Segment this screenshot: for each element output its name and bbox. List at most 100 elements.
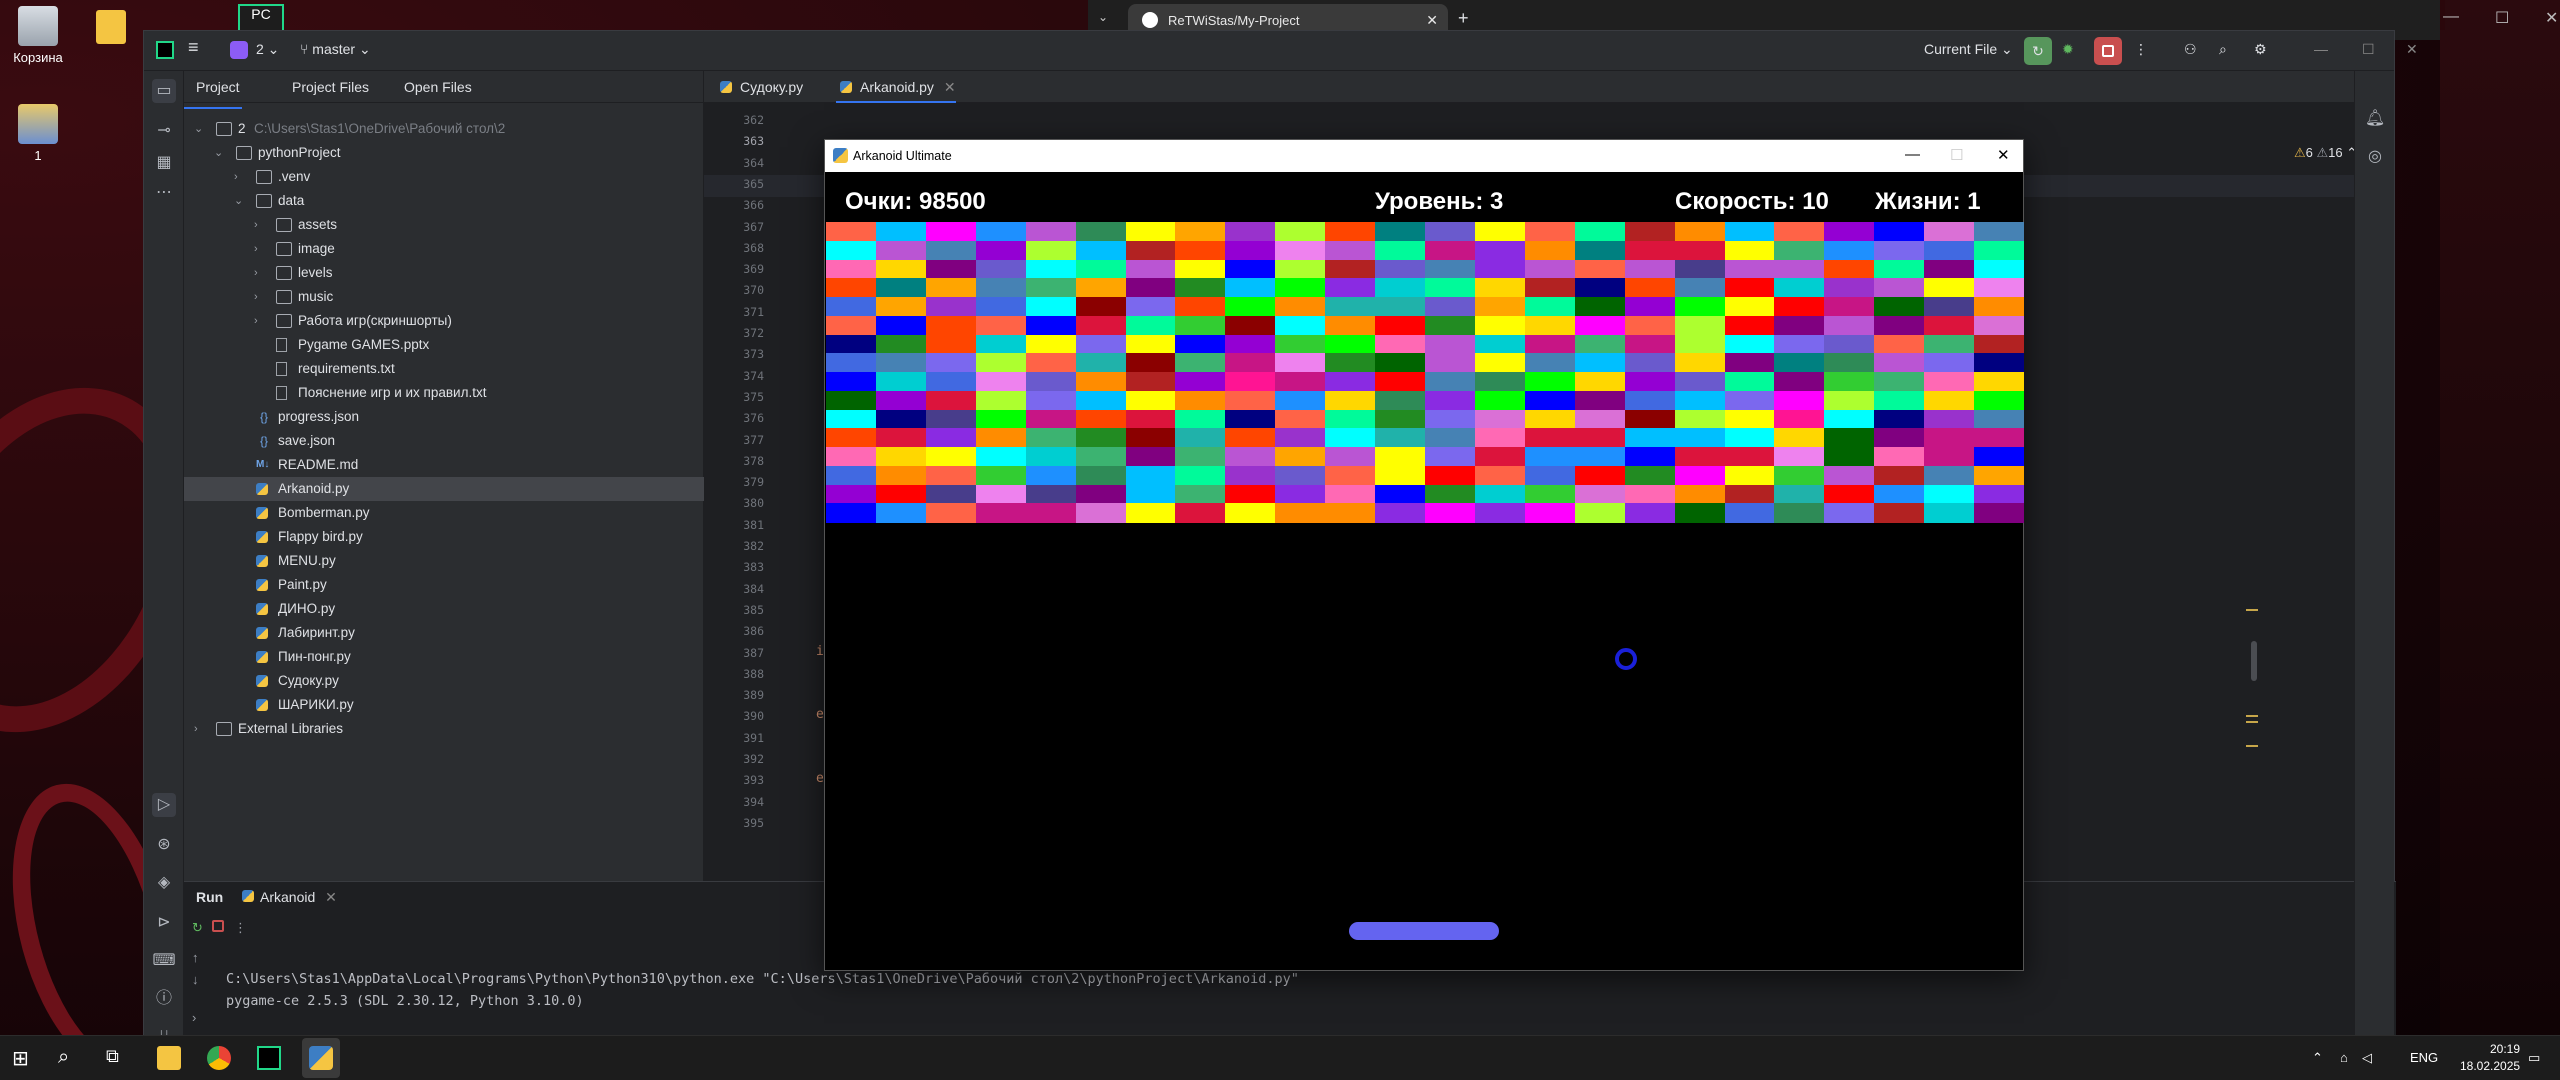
python-icon[interactable]	[309, 1046, 333, 1070]
tab-run[interactable]: Run	[196, 889, 223, 905]
tab-arkanoid[interactable]: Arkanoid.py ✕	[836, 71, 956, 103]
commit-icon[interactable]: ⊸	[152, 119, 176, 143]
tree-item[interactable]: Paint.py	[184, 573, 704, 597]
tab-open-files[interactable]: Open Files	[404, 79, 472, 95]
paddle[interactable]	[1349, 922, 1499, 940]
structure-icon[interactable]: ▦	[152, 151, 176, 175]
branch-selector[interactable]: ⑂ master ⌄	[300, 41, 371, 58]
tree-item[interactable]: Bomberman.py	[184, 501, 704, 525]
maximize-icon[interactable]: ☐	[2362, 41, 2375, 58]
run-config-selector[interactable]: Current File ⌄	[1924, 41, 2013, 58]
tree-item[interactable]: Pygame GAMES.pptx	[184, 333, 704, 357]
tree-item[interactable]: Лабиринт.py	[184, 621, 704, 645]
chevron-down-icon[interactable]: ⌄	[1098, 10, 1108, 24]
scroll-up-icon[interactable]: ↑	[192, 950, 199, 965]
tree-item[interactable]: requirements.txt	[184, 357, 704, 381]
more-icon[interactable]: ⋯	[152, 181, 176, 205]
problems-icon[interactable]: ⓘ	[152, 987, 176, 1011]
tree-item[interactable]: {} save.json	[184, 429, 704, 453]
tree-item[interactable]: M↓ README.md	[184, 453, 704, 477]
tab-project[interactable]: Project	[184, 79, 242, 109]
minimize-icon[interactable]: —	[2443, 8, 2459, 26]
tab-sudoku[interactable]: Судоку.py	[716, 71, 803, 103]
close-icon[interactable]: ✕	[2545, 8, 2558, 28]
chevron-down-icon[interactable]: ⌄	[194, 117, 208, 141]
run-icon[interactable]: ▷	[152, 793, 176, 817]
tree-item[interactable]: › levels	[184, 261, 704, 285]
tree-item[interactable]: {} progress.json	[184, 405, 704, 429]
tree-item[interactable]: › External Libraries	[184, 717, 704, 741]
gear-icon[interactable]: ⚙	[2254, 41, 2267, 58]
close-icon[interactable]: ✕	[1426, 12, 1438, 29]
tree-item[interactable]: › Работа игр(скриншорты)	[184, 309, 704, 333]
chevron-right-icon[interactable]: ›	[254, 237, 268, 261]
maximize-icon[interactable]: ☐	[2495, 8, 2509, 28]
desktop-icon-recycle-bin[interactable]: Корзина	[0, 6, 78, 65]
tree-item[interactable]: ШАРИКИ.py	[184, 693, 704, 717]
tree-item[interactable]: ⌄ data	[184, 189, 704, 213]
desktop-icon-1[interactable]: 1	[0, 104, 78, 163]
chevron-right-icon[interactable]: ›	[192, 1010, 196, 1025]
notifications-icon[interactable]: 🔔︎	[2363, 107, 2387, 131]
debug-icon[interactable]: ✹	[2062, 41, 2074, 58]
project-switcher[interactable]: 2 ⌄	[230, 41, 279, 60]
tab-arkanoid-run[interactable]: Arkanoid ✕	[242, 889, 337, 906]
clock[interactable]: 20:19 18.02.2025	[2460, 1041, 2520, 1075]
chevron-down-icon[interactable]: ⌄	[214, 141, 228, 165]
layers-icon[interactable]: ◈	[152, 871, 176, 895]
tree-item[interactable]: Пин-понг.py	[184, 645, 704, 669]
new-tab-button[interactable]: +	[1458, 8, 1469, 29]
rerun-icon[interactable]: ↻	[192, 920, 203, 936]
chevron-right-icon[interactable]: ›	[194, 717, 208, 741]
folder-icon[interactable]: ▭	[152, 79, 176, 103]
chevron-right-icon[interactable]: ›	[254, 309, 268, 333]
language-indicator[interactable]: ENG	[2410, 1050, 2438, 1065]
tree-item[interactable]: Судоку.py	[184, 669, 704, 693]
search-icon[interactable]: ⌕	[2219, 41, 2227, 58]
chevron-right-icon[interactable]: ›	[254, 285, 268, 309]
chevron-up-icon[interactable]: ⌃	[2312, 1050, 2323, 1066]
tree-item[interactable]: › image	[184, 237, 704, 261]
more-icon[interactable]: ⋮	[2134, 41, 2148, 58]
task-view-icon[interactable]: ⧉	[106, 1046, 130, 1070]
run-console[interactable]: C:\Users\Stas1\AppData\Local\Programs\Py…	[226, 968, 1299, 1012]
services-icon[interactable]: ⊳	[152, 911, 176, 935]
tree-item[interactable]: ⌄ 2 C:\Users\Stas1\OneDrive\Рабочий стол\2	[184, 117, 704, 141]
pycharm-icon[interactable]	[257, 1046, 281, 1070]
tree-item[interactable]: ДИНО.py	[184, 597, 704, 621]
search-icon[interactable]: ⌕	[58, 1046, 82, 1070]
stop-button[interactable]	[2094, 37, 2122, 65]
stop-icon[interactable]	[212, 920, 224, 932]
tree-item[interactable]: › music	[184, 285, 704, 309]
close-icon[interactable]: ✕	[2406, 41, 2418, 58]
chevron-right-icon[interactable]: ›	[254, 261, 268, 285]
tree-item[interactable]: › .venv	[184, 165, 704, 189]
scroll-down-icon[interactable]: ↓	[192, 972, 199, 987]
file-explorer-icon[interactable]	[157, 1046, 181, 1070]
tab-project-files[interactable]: Project Files	[292, 79, 369, 95]
chrome-icon[interactable]	[207, 1046, 231, 1070]
editor-scrollbar[interactable]	[2251, 641, 2257, 681]
chevron-down-icon[interactable]: ⌄	[234, 189, 248, 213]
more-icon[interactable]: ⋮	[234, 920, 247, 936]
close-icon[interactable]: ✕	[1997, 146, 2010, 164]
tree-item[interactable]: MENU.py	[184, 549, 704, 573]
windows-start-icon[interactable]: ⊞	[12, 1046, 36, 1070]
close-tab-icon[interactable]: ✕	[944, 79, 956, 95]
minimize-icon[interactable]: —	[1905, 146, 1920, 163]
tree-item[interactable]: Пояснение игр и их правил.txt	[184, 381, 704, 405]
notifications-icon[interactable]: ▭	[2528, 1050, 2540, 1066]
network-icon[interactable]: ⌂	[2340, 1050, 2348, 1065]
chevron-right-icon[interactable]: ›	[234, 165, 248, 189]
tree-item[interactable]: Arkanoid.py	[184, 477, 704, 501]
terminal-icon[interactable]: ⌨	[152, 949, 176, 973]
tree-item[interactable]: › assets	[184, 213, 704, 237]
folder-icon[interactable]	[96, 10, 126, 44]
volume-icon[interactable]: ◁	[2362, 1050, 2372, 1066]
minimize-icon[interactable]: —	[2314, 41, 2328, 57]
tree-item[interactable]: ⌄ pythonProject	[184, 141, 704, 165]
git-icon[interactable]: ⑂	[152, 1025, 176, 1045]
python-packages-icon[interactable]: ⊛	[152, 833, 176, 857]
main-menu-icon[interactable]: ≡	[188, 37, 199, 58]
rerun-button[interactable]: ↻	[2024, 37, 2052, 65]
